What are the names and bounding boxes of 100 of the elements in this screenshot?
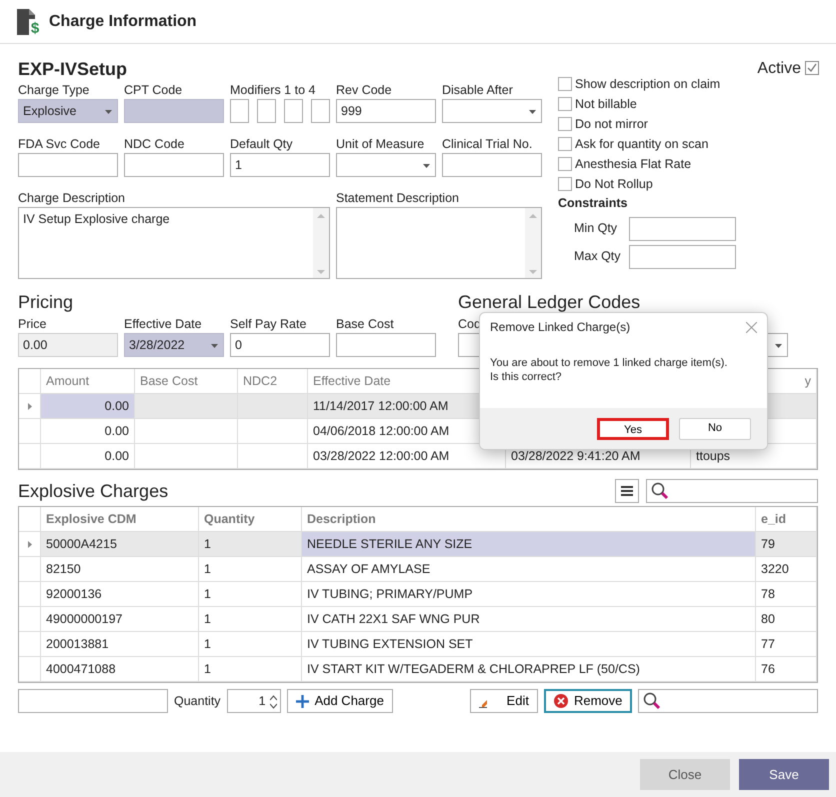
table-cell: ASSAY OF AMYLASE [302, 557, 756, 581]
dropdown-caret-icon [105, 110, 112, 114]
field-label: Default Qty [230, 136, 294, 153]
dropdown[interactable] [336, 153, 436, 177]
table-cell: 80 [756, 607, 817, 631]
input-field[interactable] [629, 244, 736, 269]
input-field[interactable]: 0.00 [18, 333, 118, 357]
table-row[interactable]: 82150 1 ASSAY OF AMYLASE 3220 [19, 557, 817, 582]
dropdown-caret-icon [775, 344, 782, 348]
field-label: Modifiers 1 to 4 [230, 82, 316, 99]
section-title: Constraints [558, 195, 628, 212]
save-button[interactable]: Save [739, 759, 829, 790]
add-charge-button[interactable]: Add Charge [286, 689, 393, 713]
table-row[interactable]: 50000A4215 1 NEEDLE STERILE ANY SIZE 79 [19, 532, 817, 557]
column-header[interactable]: Amount [41, 369, 135, 393]
active-checkbox[interactable] [805, 60, 819, 75]
field-label: Base Cost [336, 316, 395, 333]
table-cell: 1 [199, 657, 302, 681]
input-field[interactable]: 0 [230, 333, 330, 357]
table-cell: 78 [756, 582, 817, 606]
table-cell: IV TUBING EXTENSION SET [302, 632, 756, 656]
input-field[interactable]: 999 [336, 99, 436, 123]
close-icon[interactable] [746, 322, 757, 332]
table-cell: 1 [199, 582, 302, 606]
column-header[interactable]: Explosive CDM [41, 507, 199, 531]
remove-button[interactable]: Remove [544, 689, 632, 713]
input-field[interactable] [629, 216, 736, 241]
modifier-field[interactable] [284, 99, 303, 123]
dropdown[interactable]: Explosive [18, 99, 118, 123]
column-header[interactable]: e_id [756, 507, 817, 531]
text-area[interactable]: IV Setup Explosive charge [18, 207, 330, 279]
input-field[interactable] [336, 333, 436, 357]
table-cell: 79 [756, 532, 817, 556]
table-cell: 1 [199, 632, 302, 656]
field-label: NDC Code [124, 136, 186, 153]
column-header[interactable]: Quantity [199, 507, 302, 531]
table-row[interactable]: 49000000197 1 IV CATH 22X1 SAF WNG PUR 80 [19, 607, 817, 632]
table-cell: 82150 [41, 557, 199, 581]
field-label: Effective Date [124, 316, 203, 333]
dialog-title: Remove Linked Charge(s) [490, 319, 630, 336]
modifier-field[interactable] [311, 99, 330, 123]
checkbox[interactable] [558, 137, 572, 151]
column-header[interactable]: NDC2 [238, 369, 308, 393]
modifier-field[interactable] [257, 99, 276, 123]
field-label: Rev Code [336, 82, 393, 99]
modifier-field[interactable] [230, 99, 249, 123]
input-field[interactable]: 1 [230, 153, 330, 177]
column-header[interactable]: Description [302, 507, 756, 531]
dialog-message: You are about to remove 1 linked charge item(s). [490, 356, 728, 370]
search-icon [643, 692, 662, 710]
field-label: Price [18, 316, 48, 333]
dropdown-caret-icon [423, 164, 430, 168]
menu-button[interactable] [615, 479, 639, 503]
field-value: Explosive [23, 102, 76, 120]
field-value: IV Setup Explosive charge [23, 212, 170, 226]
table-cell: 4000471088 [41, 657, 199, 681]
checkbox-label: Not billable [575, 96, 637, 113]
window-title: Charge Information [49, 12, 197, 32]
checkbox[interactable] [558, 117, 572, 131]
table-cell: 50000A4215 [41, 532, 199, 556]
table-cell: 77 [756, 632, 817, 656]
checkbox[interactable] [558, 97, 572, 111]
table-row[interactable]: 200013881 1 IV TUBING EXTENSION SET 77 [19, 632, 817, 657]
input-field[interactable] [124, 153, 224, 177]
active-label: Active [757, 59, 801, 79]
checkbox[interactable] [558, 77, 572, 91]
dropdown-caret-icon [529, 110, 536, 114]
table-cell: NEEDLE STERILE ANY SIZE [302, 532, 756, 556]
quantity-label: Quantity [174, 692, 221, 710]
checkbox[interactable] [558, 157, 572, 171]
row-pointer-icon [28, 540, 32, 548]
table-row[interactable]: 92000136 1 IV TUBING; PRIMARY/PUMP 78 [19, 582, 817, 607]
edit-button[interactable]: Edit [470, 689, 538, 713]
table-cell: 3220 [756, 557, 817, 581]
input-field[interactable] [442, 153, 542, 177]
search-field[interactable] [638, 689, 818, 713]
remove-icon [554, 694, 568, 708]
checkbox-label: Do not mirror [575, 116, 648, 133]
dialog-button[interactable]: Yes [597, 418, 669, 440]
dropdown[interactable] [442, 99, 542, 123]
scrollbar [313, 208, 329, 278]
table-row[interactable]: 4000471088 1 IV START KIT W/TEGADERM & CHLORAPREP LF (50/CS) 76 [19, 657, 817, 682]
column-header[interactable]: Base Cost [135, 369, 238, 393]
quantity-spinner[interactable]: 1 [226, 689, 281, 713]
checkbox[interactable] [558, 177, 572, 191]
dropdown[interactable]: 3/28/2022 [124, 333, 224, 357]
field-value: 3/28/2022 [129, 336, 185, 354]
scrollbar [525, 208, 541, 278]
field-value: 0 [235, 336, 242, 354]
input-field[interactable] [18, 153, 118, 177]
dialog-button[interactable]: No [679, 418, 751, 440]
input-field[interactable] [124, 99, 224, 123]
close-button[interactable]: Close [640, 759, 730, 790]
search-field[interactable] [646, 479, 818, 503]
table-cell: 0.00 [41, 419, 135, 443]
text-area[interactable] [336, 207, 542, 279]
charge-input[interactable] [18, 689, 168, 713]
table-cell: 200013881 [41, 632, 199, 656]
field-label: Charge Type [18, 82, 90, 99]
charge-name: EXP-IVSetup [18, 58, 128, 81]
